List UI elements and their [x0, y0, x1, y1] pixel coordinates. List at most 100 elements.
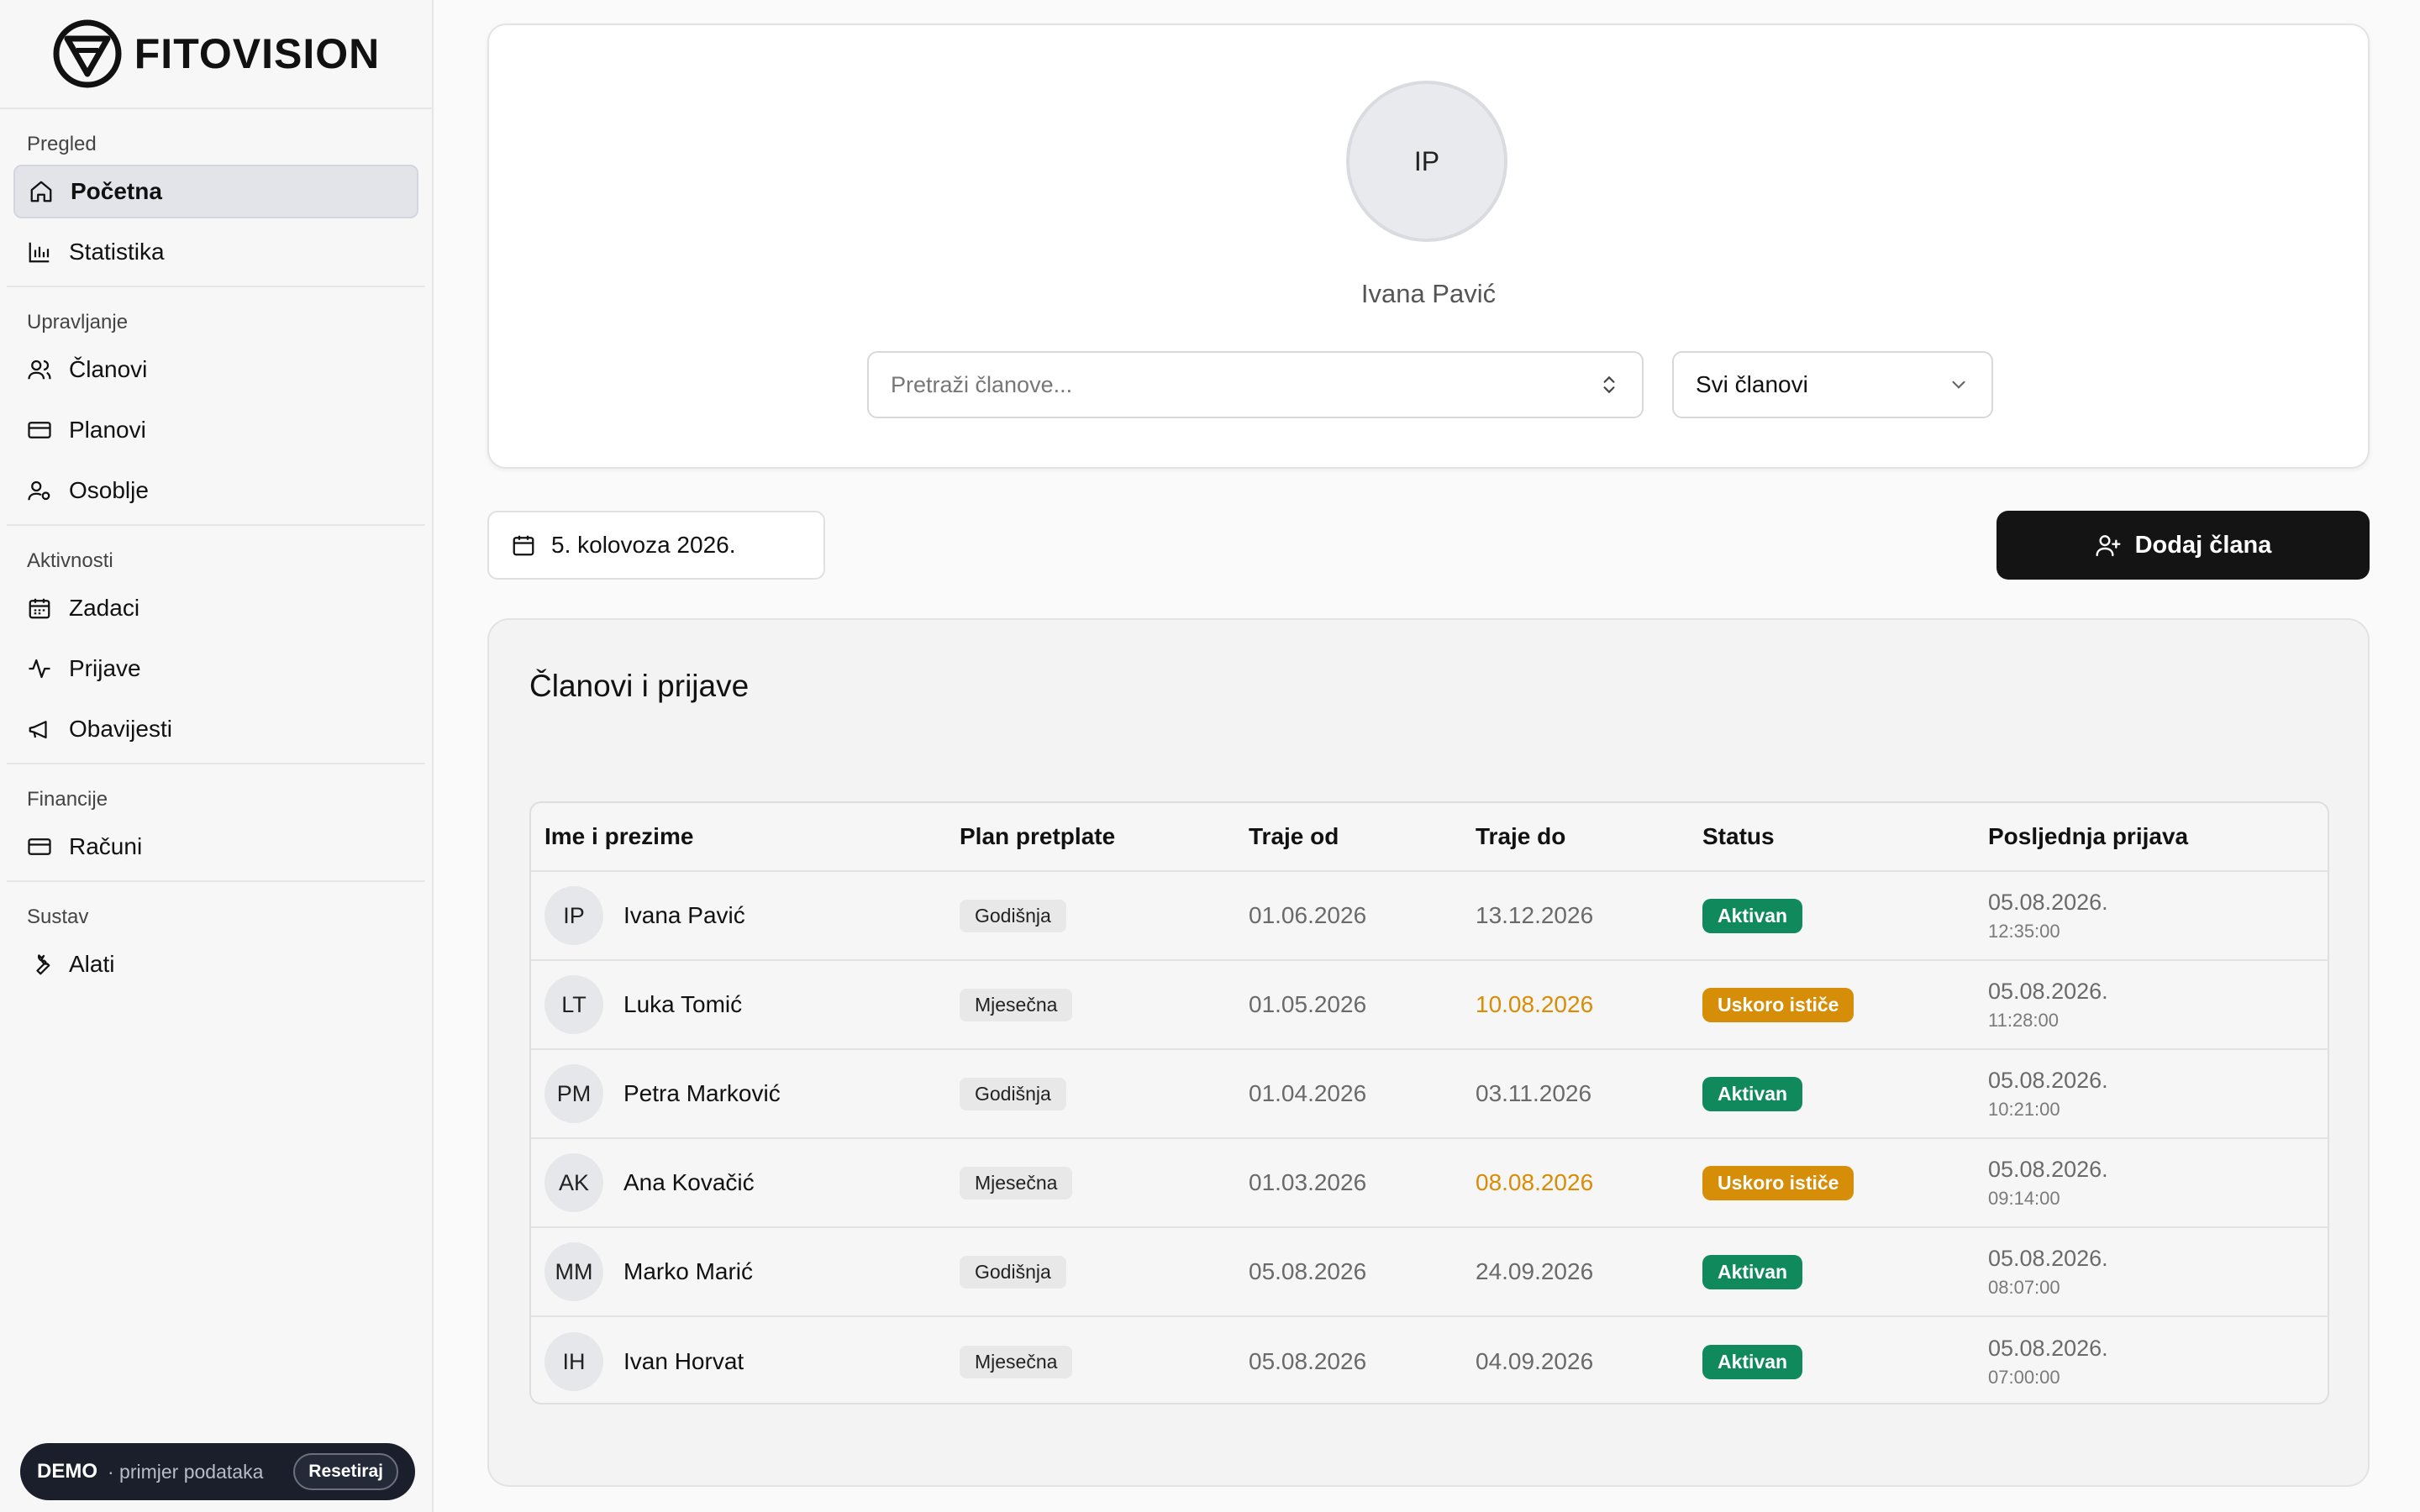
- sidebar-item-pocetna[interactable]: Početna: [13, 165, 418, 218]
- table-row[interactable]: AK Ana Kovačić Mjesečna 01.03.2026 08.08…: [531, 1139, 2328, 1228]
- sidebar-item-obavijesti[interactable]: Obavijesti: [13, 702, 418, 756]
- table-row[interactable]: LT Luka Tomić Mjesečna 01.05.2026 10.08.…: [531, 961, 2328, 1050]
- table-row[interactable]: IP Ivana Pavić Godišnja 01.06.2026 13.12…: [531, 872, 2328, 961]
- last-login: 05.08.2026. 12:35:00: [1988, 890, 2328, 942]
- chevrons-up-down-icon: [1603, 375, 1615, 394]
- chevron-down-icon: [1952, 381, 1965, 389]
- brand-name: FITOVISION: [134, 30, 381, 77]
- table-title: Članovi i prijave: [529, 669, 750, 703]
- table-row[interactable]: IH Ivan Horvat Mjesečna 05.08.2026 04.09…: [531, 1317, 2328, 1403]
- bar-chart-icon: [29, 242, 50, 263]
- last-login-time: 09:14:00: [1988, 1187, 2060, 1209]
- status-badge: Aktivan: [1702, 898, 1803, 933]
- table-row[interactable]: MM Marko Marić Godišnja 05.08.2026 24.09…: [531, 1228, 2328, 1317]
- last-login-time: 07:00:00: [1988, 1366, 2060, 1388]
- members-table: Ime i prezime Plan pretplate Traje od Tr…: [529, 801, 2329, 1404]
- column-header-name[interactable]: Ime i prezime: [531, 823, 960, 850]
- profile-name: Ivana Pavić: [1360, 279, 1497, 308]
- member-name: Luka Tomić: [623, 991, 743, 1017]
- sidebar-item-clanovi[interactable]: Članovi: [13, 343, 418, 396]
- last-login-time: 11:28:00: [1988, 1009, 2060, 1031]
- profile-card: IP Ivana Pavić Svi članovi: [487, 24, 2370, 469]
- avatar: IP: [544, 886, 603, 945]
- sidebar-item-label: Računi: [69, 833, 143, 859]
- sidebar: FITOVISION Pregled Početna Statistika Up…: [0, 0, 434, 1512]
- reset-button[interactable]: Resetiraj: [293, 1453, 398, 1490]
- member-filter-select[interactable]: Svi članovi: [1672, 351, 1993, 418]
- sidebar-item-osoblje[interactable]: Osoblje: [13, 464, 418, 517]
- plan-tag: Godišnja: [960, 1077, 1066, 1110]
- plan-tag: Mjesečna: [960, 1345, 1073, 1378]
- column-header-status[interactable]: Status: [1702, 823, 1988, 850]
- brand-logo[interactable]: FITOVISION: [0, 0, 432, 109]
- section-label: Aktivnosti: [27, 549, 113, 572]
- users-icon: [28, 360, 51, 380]
- sidebar-item-label: Početna: [71, 178, 162, 204]
- member-name: Ivana Pavić: [623, 902, 745, 928]
- column-header-plan[interactable]: Plan pretplate: [960, 823, 1249, 850]
- end-date: 13.12.2026: [1476, 902, 1594, 928]
- nav-section-pregled: Pregled Početna Statistika: [7, 109, 425, 287]
- start-date: 01.03.2026: [1249, 1169, 1367, 1195]
- end-date: 24.09.2026: [1476, 1258, 1594, 1284]
- avatar: AK: [544, 1153, 603, 1212]
- sidebar-item-planovi[interactable]: Planovi: [13, 403, 418, 457]
- sidebar-item-label: Zadaci: [69, 595, 140, 621]
- last-login-date: 05.08.2026.: [1988, 1335, 2108, 1361]
- sidebar-item-alati[interactable]: Alati: [13, 937, 418, 991]
- member-cell: MM Marko Marić: [531, 1242, 960, 1301]
- add-member-button[interactable]: Dodaj člana: [1996, 511, 2370, 580]
- sidebar-item-label: Osoblje: [69, 477, 149, 503]
- sidebar-item-label: Planovi: [69, 417, 146, 443]
- member-name: Ivan Horvat: [623, 1348, 744, 1374]
- last-login-date: 05.08.2026.: [1988, 1245, 2108, 1271]
- member-search-combobox[interactable]: [867, 351, 1644, 418]
- date-label: 5. kolovoza 2026.: [551, 532, 736, 558]
- sidebar-item-zadaci[interactable]: Zadaci: [13, 581, 418, 635]
- avatar: LT: [544, 975, 603, 1034]
- member-name: Petra Marković: [623, 1080, 781, 1106]
- filter-selected-value: Svi članovi: [1696, 371, 1808, 397]
- date-picker-button[interactable]: 5. kolovoza 2026.: [487, 511, 825, 580]
- calendar-icon: [513, 535, 534, 556]
- demo-subtitle: · primjer podataka: [108, 1460, 264, 1483]
- sidebar-item-statistika[interactable]: Statistika: [13, 225, 418, 279]
- avatar[interactable]: IP: [1346, 81, 1507, 242]
- last-login-date: 05.08.2026.: [1988, 889, 2108, 915]
- calendar-icon: [29, 598, 50, 619]
- avatar: PM: [544, 1064, 603, 1123]
- last-login-date: 05.08.2026.: [1988, 1067, 2108, 1093]
- sidebar-item-prijave[interactable]: Prijave: [13, 642, 418, 696]
- sidebar-item-racuni[interactable]: Računi: [13, 820, 418, 874]
- member-cell: IH Ivan Horvat: [531, 1332, 960, 1391]
- column-header-from[interactable]: Traje od: [1249, 823, 1476, 850]
- avatar: IH: [544, 1332, 603, 1391]
- start-date: 05.08.2026: [1249, 1258, 1367, 1284]
- status-badge: Uskoro ističe: [1702, 1165, 1854, 1200]
- section-label: Upravljanje: [27, 311, 129, 333]
- megaphone-icon: [29, 721, 47, 739]
- end-date: 03.11.2026: [1476, 1080, 1592, 1106]
- end-date: 10.08.2026: [1476, 991, 1594, 1017]
- status-badge: Aktivan: [1702, 1344, 1803, 1379]
- status-badge: Aktivan: [1702, 1254, 1803, 1289]
- last-login: 05.08.2026. 08:07:00: [1988, 1246, 2328, 1299]
- column-header-to[interactable]: Traje do: [1476, 823, 1702, 850]
- search-input[interactable]: [891, 371, 1598, 398]
- start-date: 01.04.2026: [1249, 1080, 1367, 1106]
- main-content: IP Ivana Pavić Svi članovi 5. kolovoza 2…: [434, 0, 2420, 1512]
- sidebar-item-label: Prijave: [69, 655, 141, 681]
- plan-tag: Godišnja: [960, 899, 1066, 932]
- member-cell: AK Ana Kovačić: [531, 1153, 960, 1212]
- sidebar-item-label: Obavijesti: [69, 716, 172, 742]
- nav-section-financije: Financije Računi: [7, 764, 425, 882]
- last-login-date: 05.08.2026.: [1988, 1156, 2108, 1182]
- last-login-time: 08:07:00: [1988, 1276, 2060, 1298]
- plan-tag: Godišnja: [960, 1255, 1066, 1289]
- column-header-last-login[interactable]: Posljednja prijava: [1988, 823, 2328, 850]
- member-cell: PM Petra Marković: [531, 1064, 960, 1123]
- section-label: Financije: [27, 788, 108, 811]
- status-badge: Uskoro ističe: [1702, 987, 1854, 1022]
- table-row[interactable]: PM Petra Marković Godišnja 01.04.2026 03…: [531, 1050, 2328, 1139]
- sidebar-item-label: Statistika: [69, 239, 165, 265]
